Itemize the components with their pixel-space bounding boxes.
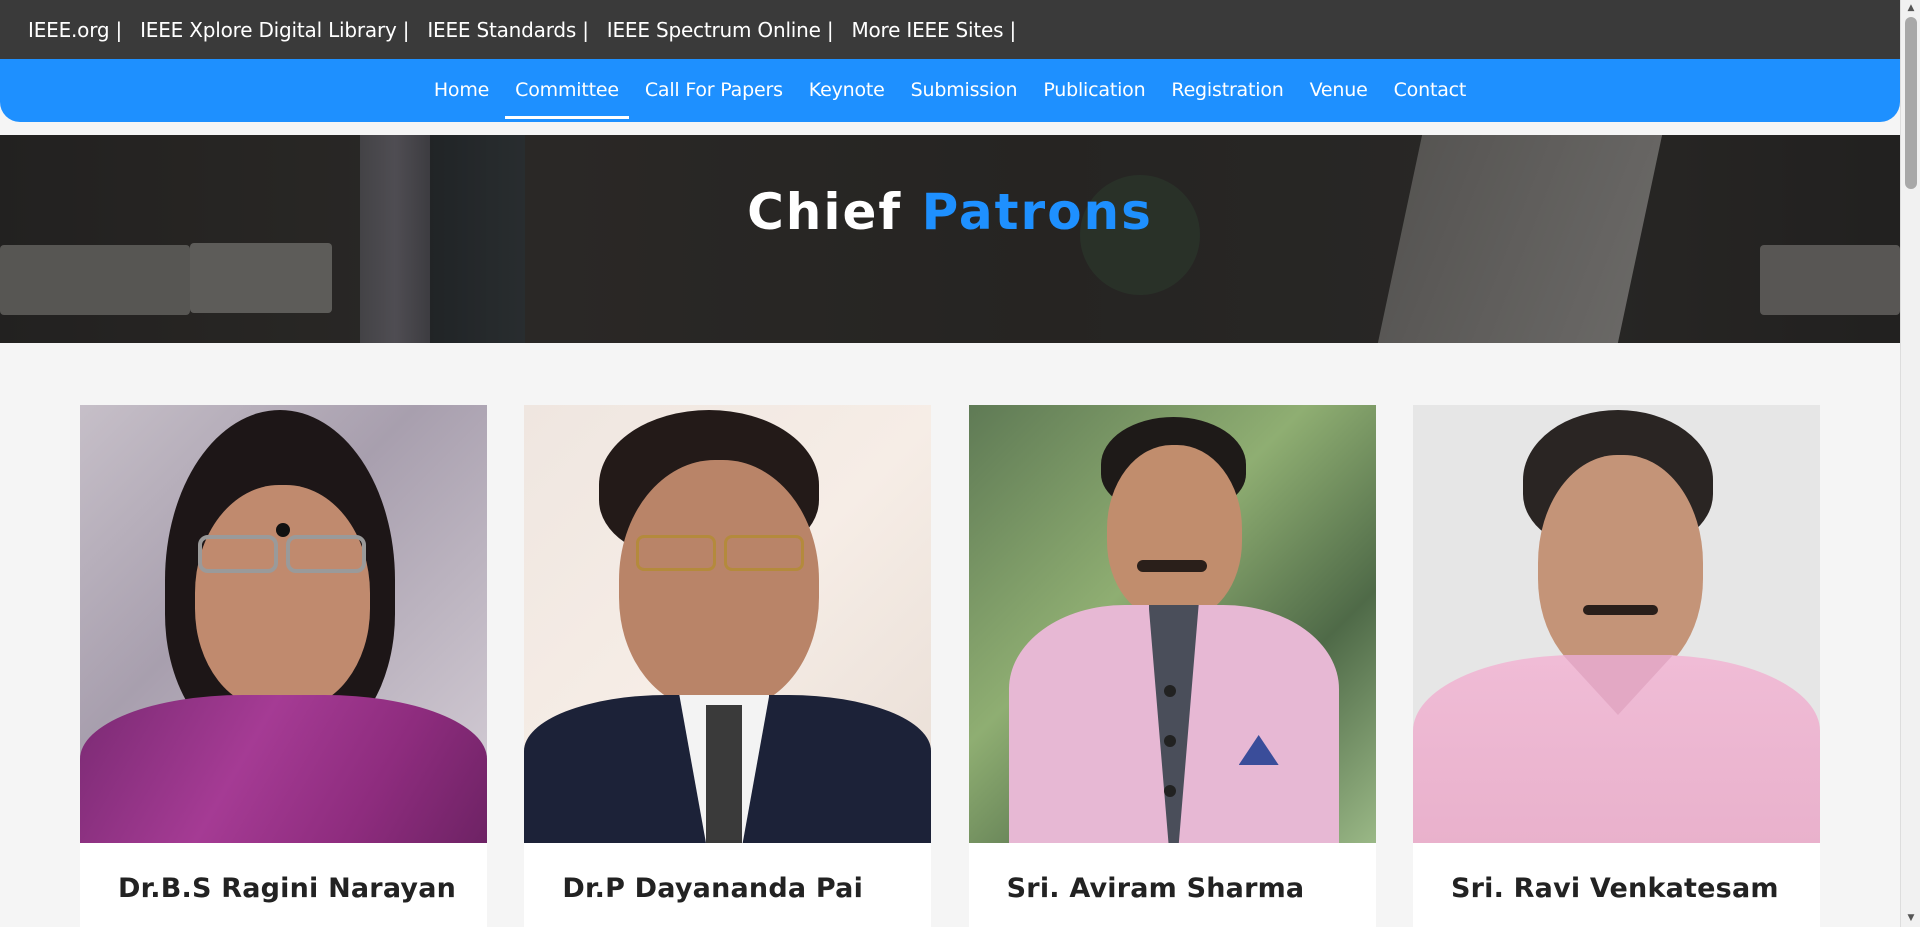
patron-photo	[1412, 405, 1820, 843]
patron-name: Sri. Ravi Venkatesam	[1450, 873, 1779, 904]
scroll-thumb[interactable]	[1905, 17, 1917, 189]
nav-publication[interactable]: Publication	[1033, 59, 1155, 122]
scroll-down-icon[interactable]: ▼	[1901, 910, 1920, 927]
ieee-org-link[interactable]: IEEE.org |	[28, 18, 122, 42]
patron-name: Sri. Aviram Sharma	[1006, 873, 1305, 904]
patron-card[interactable]: Sri. Aviram Sharma	[968, 405, 1376, 927]
ieee-top-bar: IEEE.org | IEEE Xplore Digital Library |…	[0, 0, 1900, 59]
vertical-scrollbar[interactable]: ▲ ▼	[1900, 0, 1920, 927]
patron-photo	[968, 405, 1376, 843]
nav-keynote[interactable]: Keynote	[799, 59, 895, 122]
nav-call-for-papers[interactable]: Call For Papers	[635, 59, 793, 122]
main-nav: Home Committee Call For Papers Keynote S…	[0, 59, 1900, 122]
patron-card[interactable]: Sri. Ravi Venkatesam	[1412, 405, 1820, 927]
patron-cards: Dr.B.S Ragini Narayan Dr.P Dayananda Pai	[80, 405, 1820, 927]
ieee-spectrum-link[interactable]: IEEE Spectrum Online |	[607, 18, 834, 42]
ieee-xplore-link[interactable]: IEEE Xplore Digital Library |	[140, 18, 409, 42]
ieee-standards-link[interactable]: IEEE Standards |	[427, 18, 589, 42]
more-ieee-sites-link[interactable]: More IEEE Sites |	[851, 18, 1016, 42]
nav-contact[interactable]: Contact	[1384, 59, 1477, 122]
page-title: Chief Patrons	[0, 183, 1900, 241]
patron-name: Dr.B.S Ragini Narayan	[118, 873, 457, 904]
nav-submission[interactable]: Submission	[901, 59, 1028, 122]
nav-venue[interactable]: Venue	[1300, 59, 1378, 122]
patron-name: Dr.P Dayananda Pai	[562, 873, 864, 904]
patron-photo	[80, 405, 487, 843]
hero-banner: Chief Patrons	[0, 135, 1900, 343]
title-part-patrons: Patrons	[921, 183, 1153, 241]
nav-committee[interactable]: Committee	[505, 59, 629, 122]
page: IEEE.org | IEEE Xplore Digital Library |…	[0, 0, 1900, 927]
nav-home[interactable]: Home	[424, 59, 499, 122]
nav-registration[interactable]: Registration	[1161, 59, 1293, 122]
patron-photo	[524, 405, 932, 843]
patron-card[interactable]: Dr.B.S Ragini Narayan	[80, 405, 487, 927]
scroll-up-icon[interactable]: ▲	[1901, 0, 1920, 17]
patron-card[interactable]: Dr.P Dayananda Pai	[524, 405, 932, 927]
title-part-chief: Chief	[747, 183, 903, 241]
